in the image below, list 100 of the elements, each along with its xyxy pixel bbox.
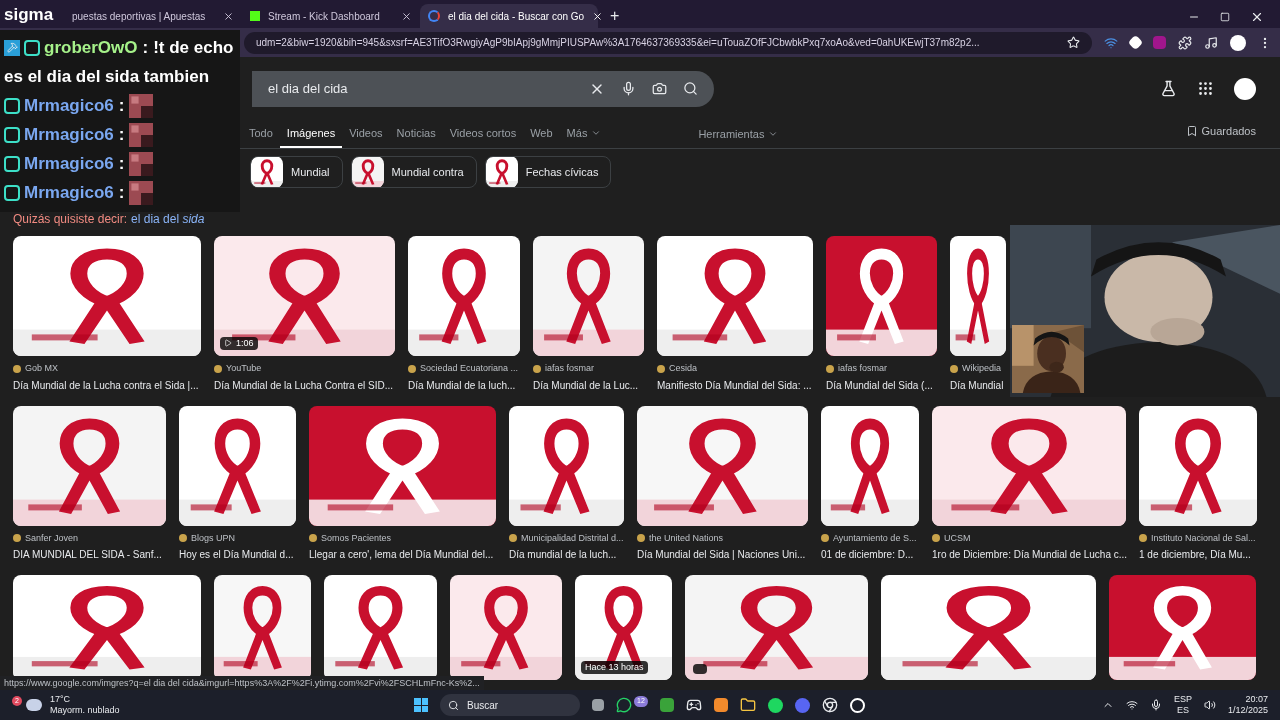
result-title[interactable]: Llegar a cero', lema del Día Mundial del... [309,547,494,562]
search-tab[interactable]: Todo [242,120,280,148]
chat-separator: : [118,153,125,175]
weather-icon[interactable] [25,699,42,711]
triangle-app-icon[interactable] [713,698,728,712]
microphone-icon[interactable] [1149,699,1162,711]
profile-avatar-icon[interactable] [1230,34,1246,51]
chat-app-icon[interactable] [616,697,632,713]
chat-message: es el dia del sida tambien [4,66,211,88]
result-title[interactable]: Día Mundial del Sida | Naciones Uni... [637,547,806,562]
caret-icon [768,129,779,139]
search-tab[interactable]: Noticias [389,120,443,148]
filter-chip[interactable]: Mundial contra [350,156,477,188]
profile-avatar-icon[interactable] [1234,77,1256,100]
clock-time[interactable]: 20:07 [1245,693,1268,705]
bookmark-star-icon[interactable] [1067,36,1080,49]
result-title[interactable]: 1ro de Diciembre: Día Mundial de Lucha c... [932,547,1128,562]
volume-icon[interactable] [1203,699,1216,711]
result-title[interactable]: 1 de diciembre, Día Mu... [1139,547,1251,562]
browser-tab[interactable]: Stream - Kick Dashboard [242,4,420,28]
result-title[interactable]: Manifiesto Día Mundial del Sida: ... [657,377,812,393]
microphone-icon[interactable] [621,81,636,96]
search-field[interactable]: el dia del cida [252,70,714,107]
extensions-icon[interactable] [1178,35,1192,50]
music-app-icon[interactable] [767,697,783,713]
user-badge [4,184,20,201]
chat-username[interactable]: Mrmagico6 [24,149,114,178]
filter-chip[interactable]: Mundial [250,156,343,188]
search-tab[interactable]: Web [523,120,560,148]
game-app-icon[interactable] [659,698,674,712]
result-source: Blogs UPN [179,531,296,545]
result-title[interactable]: Día Mundial de la luch... [408,377,516,393]
result-title[interactable]: DIA MUNDIAL DEL SIDA - Sanf... [13,547,162,562]
gamepad-icon[interactable] [685,697,702,713]
chat-app-icon[interactable] [794,697,810,713]
browser-tab[interactable]: el dia del cida - Buscar con Go [420,4,598,28]
result-title[interactable]: Día Mundial [950,377,1004,393]
result-title[interactable]: Día Mundial del Sida (... [826,377,933,393]
chat-separator: : [118,182,125,204]
close-icon[interactable] [223,10,234,22]
apps-icon[interactable] [1197,80,1214,97]
maximize-icon[interactable] [1220,12,1230,22]
chat-username[interactable]: groberOwO [44,33,138,62]
chat-username[interactable]: Mrmagico6 [24,120,114,149]
browser-tab[interactable]: puestas deportivas | Apuestas [64,4,242,28]
result-source: the United Nations [637,531,808,545]
camera-icon[interactable] [652,81,667,96]
search-tab[interactable]: Más [559,120,609,148]
bookmark-icon [1185,125,1198,137]
search-tab[interactable]: Videos cortos [442,120,524,148]
chat-separator: : [142,37,149,59]
folder-icon[interactable] [739,697,756,713]
task-view-icon[interactable] [592,699,604,711]
result-title[interactable]: Hoy es el Día Mundial d... [179,547,294,562]
close-icon[interactable] [592,10,604,22]
close-icon[interactable] [401,10,412,22]
kick-logo-icon [250,11,260,21]
search-tab[interactable]: Videos [342,120,390,148]
close-icon[interactable] [1250,10,1264,24]
result-source: Sanfer Joven [13,531,166,545]
result-source: iafas fosmar [533,362,644,376]
result-title[interactable]: 01 de diciembre: D... [821,547,914,562]
moderator-badge [4,39,20,56]
suggestion-link[interactable]: el dia del sida [131,210,205,228]
caret-icon [591,128,602,138]
temperature: 17°C [49,693,71,705]
language-code[interactable]: ESP [1173,693,1192,705]
app-icon[interactable] [849,697,865,713]
result-title[interactable]: Día Mundial de la Lucha Contra el SID... [214,377,393,393]
user-badge [24,39,40,56]
result-source: Gob MX [13,362,201,376]
result-source: Wikipedia [950,362,1006,376]
overlay-label: sigma [4,4,54,26]
result-title[interactable]: Día Mundial de la Lucha contra el Sida |... [13,377,199,393]
media-icon[interactable] [1204,35,1218,50]
search-icon[interactable] [683,81,698,96]
browser-icon[interactable] [821,697,838,713]
chat-username[interactable]: Mrmagico6 [24,91,114,120]
network-icon[interactable] [1125,699,1138,711]
chat-separator: : [118,95,125,117]
result-source: YouTube [214,362,395,376]
clock-date[interactable]: 1/12/2025 [1227,705,1268,717]
flask-icon[interactable] [1160,80,1177,97]
new-tab-button[interactable]: + [598,4,632,28]
search-tab[interactable]: Imágenes [279,120,343,148]
result-source: Cesida [657,362,813,376]
result-title[interactable]: Día mundial de la luch... [509,547,617,562]
windows-logo-icon[interactable] [414,698,428,712]
suggestion-label: Quizás quisiste decir: [13,211,128,228]
saved-link[interactable]: Guardados [1185,114,1256,148]
filter-chip[interactable]: Fechas cívicas [484,156,612,188]
address-bar[interactable]: udm=2&biw=1920&bih=945&sxsrf=AE3TifO3RwgiyAgP9bIApj9gMmjPIUSPAw%3A1764637369335&ei=uTouaZOfFJCbwbkPxq7xoAo&ved=0ahUKEwjT37m82p2... [244,31,1092,54]
result-source: Ayuntamiento de S... [821,531,919,545]
taskbar-search[interactable]: Buscar [440,694,580,716]
tab-title: Stream - Kick Dashboard [268,9,381,24]
tools-menu[interactable]: Herramientas [698,120,779,148]
region-code[interactable]: ES [1176,705,1189,717]
result-title[interactable]: Día Mundial de la Luc... [533,377,639,393]
chat-username[interactable]: Mrmagico6 [24,178,114,207]
chat-message: !t de echo [153,37,234,59]
